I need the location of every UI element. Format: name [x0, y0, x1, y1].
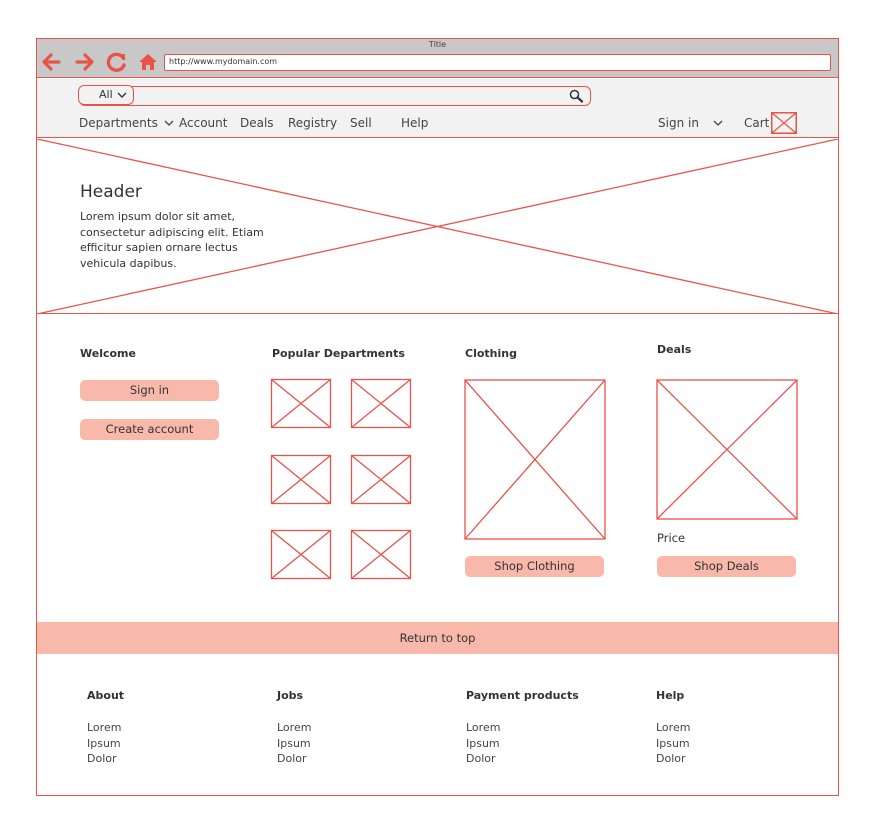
footer-link[interactable]: Lorem: [87, 720, 124, 736]
nav-account[interactable]: Account: [179, 116, 227, 130]
popular-departments-title: Popular Departments: [272, 347, 405, 360]
departments-menu[interactable]: Departments: [79, 116, 174, 130]
clothing-image-placeholder[interactable]: [464, 379, 606, 540]
footer-link[interactable]: Ipsum: [466, 736, 579, 752]
department-thumbnail[interactable]: [350, 378, 412, 429]
footer-link[interactable]: Lorem: [466, 720, 579, 736]
department-thumbnail[interactable]: [270, 378, 332, 429]
sign-in-label: Sign in: [658, 116, 699, 130]
footer-title: Help: [656, 689, 685, 702]
site-navbar: All Departments Account Deals Registry S…: [37, 79, 838, 138]
arrow-left-icon[interactable]: [40, 51, 62, 73]
footer-title: About: [87, 689, 125, 702]
window-title: Title: [428, 40, 447, 49]
home-icon[interactable]: [137, 51, 159, 73]
deal-price: Price: [657, 531, 686, 545]
footer-title: Payment products: [466, 689, 579, 702]
footer-link[interactable]: Dolor: [656, 751, 690, 767]
department-thumbnail[interactable]: [270, 529, 332, 580]
arrow-right-icon[interactable]: [74, 51, 96, 73]
nav-registry[interactable]: Registry: [288, 116, 337, 130]
nav-deals[interactable]: Deals: [240, 116, 274, 130]
return-to-top-button[interactable]: Return to top: [37, 622, 838, 654]
footer-column-jobs: Jobs Lorem Ipsum Dolor: [277, 689, 311, 767]
cart-icon[interactable]: [771, 112, 797, 134]
category-select-label: All: [99, 88, 113, 101]
nav-sell[interactable]: Sell: [350, 116, 372, 130]
chevron-down-icon: [713, 120, 723, 126]
department-grid: [270, 378, 412, 580]
create-account-button[interactable]: Create account: [80, 419, 219, 440]
departments-label: Departments: [79, 116, 158, 130]
department-thumbnail[interactable]: [270, 454, 332, 505]
department-thumbnail[interactable]: [350, 454, 412, 505]
clothing-title: Clothing: [465, 347, 517, 360]
deals-image-placeholder[interactable]: [656, 379, 798, 520]
footer-link[interactable]: Lorem: [656, 720, 690, 736]
footer-title: Jobs: [277, 689, 304, 702]
search-icon[interactable]: [568, 88, 584, 104]
department-thumbnail[interactable]: [350, 529, 412, 580]
footer-link[interactable]: Dolor: [466, 751, 579, 767]
shop-deals-button[interactable]: Shop Deals: [657, 556, 796, 577]
nav-help[interactable]: Help: [401, 116, 428, 130]
reload-icon[interactable]: [106, 51, 128, 73]
sign-in-menu[interactable]: Sign in: [658, 116, 723, 130]
hero-title: Header: [80, 182, 142, 202]
shop-clothing-button[interactable]: Shop Clothing: [465, 556, 604, 577]
browser-toolbar: Title http://www.mydomain.com: [37, 39, 838, 78]
footer-column-about: About Lorem Ipsum Dolor: [87, 689, 124, 767]
category-select[interactable]: All: [78, 85, 134, 105]
cart-label[interactable]: Cart: [744, 116, 769, 130]
address-bar[interactable]: http://www.mydomain.com: [164, 54, 831, 71]
footer-column-payment-products: Payment products Lorem Ipsum Dolor: [466, 689, 579, 767]
footer-link[interactable]: Dolor: [277, 751, 311, 767]
search-input[interactable]: All: [78, 85, 591, 106]
footer-link[interactable]: Lorem: [277, 720, 311, 736]
footer-link[interactable]: Ipsum: [87, 736, 124, 752]
footer-column-help: Help Lorem Ipsum Dolor: [656, 689, 690, 767]
sign-in-button[interactable]: Sign in: [80, 380, 219, 401]
chevron-down-icon: [164, 120, 174, 126]
welcome-title: Welcome: [80, 347, 136, 360]
hero-text: Lorem ipsum dolor sit amet, consectetur …: [80, 210, 264, 270]
chevron-down-icon: [117, 92, 127, 98]
deals-title: Deals: [657, 343, 692, 356]
footer-link[interactable]: Ipsum: [277, 736, 311, 752]
footer-link[interactable]: Ipsum: [656, 736, 690, 752]
hero-banner: Header Lorem ipsum dolor sit amet, conse…: [37, 139, 838, 314]
footer-link[interactable]: Dolor: [87, 751, 124, 767]
